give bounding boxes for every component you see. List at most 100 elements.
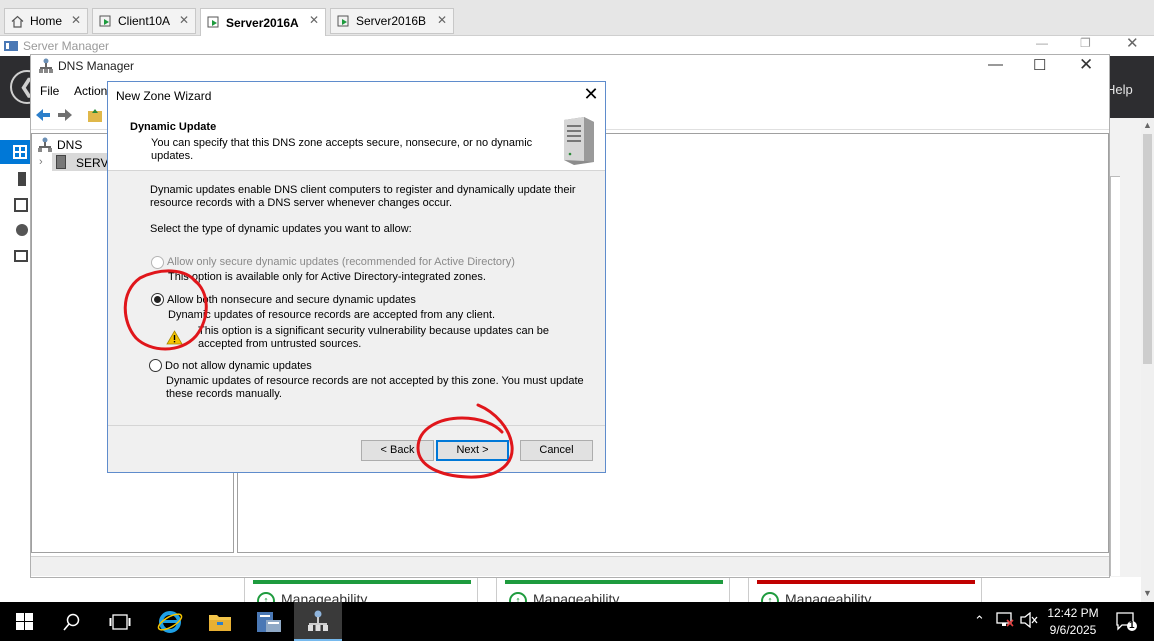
wizard-intro-text: Dynamic updates enable DNS client comput… — [150, 184, 576, 209]
scroll-down-icon[interactable]: ▼ — [1143, 588, 1152, 598]
server-manager-nav — [0, 118, 30, 602]
tree-item-dns[interactable]: DNS — [57, 138, 82, 152]
dns-manager-icon — [308, 610, 328, 631]
role-tile[interactable]: ↑ Manageability — [748, 577, 982, 610]
tab-client10a-label: Client10A — [118, 14, 171, 28]
wizard-separator — [108, 425, 605, 426]
back-button[interactable]: < Back — [361, 440, 434, 461]
server-manager-taskbar-button[interactable] — [245, 602, 293, 641]
vm-running-icon — [99, 15, 112, 28]
internet-explorer-icon — [157, 610, 183, 633]
tile-status-bar — [253, 580, 471, 584]
tab-client10a[interactable]: Client10A ✕ — [92, 8, 196, 34]
dns-manager-taskbar-button[interactable] — [294, 602, 342, 641]
tile-status-bar — [505, 580, 723, 584]
help-menu[interactable]: Help — [1106, 82, 1133, 97]
local-server-icon[interactable] — [18, 172, 26, 186]
role-tile[interactable]: ↑ Manageability — [244, 577, 478, 610]
task-view-button[interactable] — [96, 602, 144, 641]
chevron-up-icon[interactable]: ⌃ — [974, 613, 985, 629]
dns-manager-icon — [39, 58, 53, 76]
tab-server2016b-label: Server2016B — [356, 14, 427, 28]
dns-role-icon[interactable] — [14, 250, 28, 262]
dns-manager-title: DNS Manager — [58, 59, 135, 73]
scrollbar-thumb[interactable] — [1143, 134, 1152, 364]
close-icon[interactable]: ✕ — [309, 13, 319, 27]
next-button[interactable]: Next > — [436, 440, 509, 461]
start-button[interactable] — [0, 602, 48, 641]
close-icon[interactable]: ✕ — [71, 13, 81, 27]
server-manager-title: Server Manager — [23, 39, 110, 53]
restore-icon[interactable]: ❐ — [1080, 36, 1091, 50]
maximize-icon[interactable]: ☐ — [1033, 56, 1046, 74]
dns-manager-titlebar — [31, 55, 1109, 79]
option-nonsecure-warning: This option is a significant security vu… — [198, 325, 549, 350]
wizard-title: New Zone Wizard — [116, 89, 212, 103]
volume-muted-icon[interactable] — [1020, 611, 1038, 631]
option-no-updates-label: Do not allow dynamic updates — [165, 360, 312, 372]
option-nonsecure-desc: Dynamic updates of resource records are … — [168, 309, 496, 321]
close-icon[interactable]: ✕ — [581, 84, 601, 105]
all-servers-icon[interactable] — [14, 198, 28, 212]
notification-count: 1 — [1129, 620, 1135, 631]
wizard-prompt-text: Select the type of dynamic updates you w… — [150, 223, 412, 235]
role-tile[interactable]: ↑ Manageability — [496, 577, 730, 610]
tab-home-label: Home — [30, 14, 63, 28]
network-icon[interactable] — [996, 612, 1014, 631]
option-nonsecure-label: Allow both nonsecure and secure dynamic … — [167, 294, 416, 306]
clock-date: 9/6/2025 — [1049, 623, 1097, 637]
dashboard-nav-item[interactable] — [0, 140, 30, 164]
dashboard-icon — [13, 145, 27, 159]
clock-time: 12:42 PM — [1047, 606, 1099, 620]
home-icon — [11, 15, 24, 28]
search-icon — [63, 613, 80, 631]
close-icon[interactable]: ✕ — [437, 13, 447, 27]
up-folder-icon[interactable] — [87, 107, 103, 126]
windows-logo-icon — [15, 613, 33, 630]
back-arrow-icon[interactable] — [35, 108, 51, 125]
menu-action[interactable]: Action — [74, 84, 107, 98]
dns-statusbar — [31, 556, 1109, 576]
chevron-right-icon[interactable]: › — [39, 156, 43, 168]
internet-explorer-button[interactable] — [146, 602, 194, 641]
close-icon[interactable]: ✕ — [1079, 55, 1093, 75]
minimize-icon[interactable]: — — [1036, 36, 1048, 50]
server-tower-icon — [558, 116, 598, 166]
ad-ds-icon[interactable] — [16, 224, 28, 236]
tile-status-bar — [757, 580, 975, 584]
tab-home[interactable]: Home ✕ — [4, 8, 88, 34]
close-icon[interactable]: ✕ — [179, 13, 189, 27]
minimize-icon[interactable]: — — [988, 56, 1003, 73]
search-button[interactable] — [48, 602, 96, 641]
radio-nonsecure-and-secure[interactable] — [151, 293, 164, 306]
dns-root-icon — [38, 137, 52, 155]
notification-center-icon[interactable]: 1 — [1116, 612, 1138, 635]
option-secure-only-desc: This option is available only for Active… — [168, 271, 486, 283]
vm-running-icon — [337, 15, 350, 28]
tab-server2016a-label: Server2016A — [226, 15, 299, 30]
server-manager-panel-edge — [1110, 176, 1120, 576]
forward-arrow-icon[interactable] — [57, 108, 73, 125]
cancel-button[interactable]: Cancel — [520, 440, 593, 461]
menu-file[interactable]: File — [40, 84, 59, 98]
radio-no-dynamic-updates[interactable] — [149, 359, 162, 372]
server-manager-titlebar: Server Manager — ❐ ✕ — [0, 34, 1154, 56]
scroll-up-icon[interactable]: ▲ — [1143, 120, 1152, 130]
tab-server2016a[interactable]: Server2016A ✕ — [200, 8, 326, 36]
file-explorer-button[interactable] — [196, 602, 244, 641]
option-secure-only-label: Allow only secure dynamic updates (recom… — [167, 256, 515, 268]
server-manager-icon — [4, 39, 18, 54]
vm-running-icon — [207, 16, 220, 29]
task-view-icon — [109, 613, 131, 630]
taskbar-clock[interactable]: 12:42 PM 9/6/2025 — [1040, 605, 1106, 639]
warning-icon — [166, 330, 183, 348]
folder-icon — [209, 614, 231, 631]
wizard-page-subtitle: You can specify that this DNS zone accep… — [151, 137, 533, 162]
radio-secure-only[interactable] — [151, 256, 164, 269]
option-no-updates-desc: Dynamic updates of resource records are … — [166, 375, 584, 400]
tab-server2016b[interactable]: Server2016B ✕ — [330, 8, 454, 34]
server-manager-icon — [257, 611, 281, 632]
tree-item-server-selected[interactable]: SERVE — [52, 153, 116, 171]
close-icon[interactable]: ✕ — [1126, 34, 1139, 52]
wizard-page-title: Dynamic Update — [130, 121, 217, 133]
